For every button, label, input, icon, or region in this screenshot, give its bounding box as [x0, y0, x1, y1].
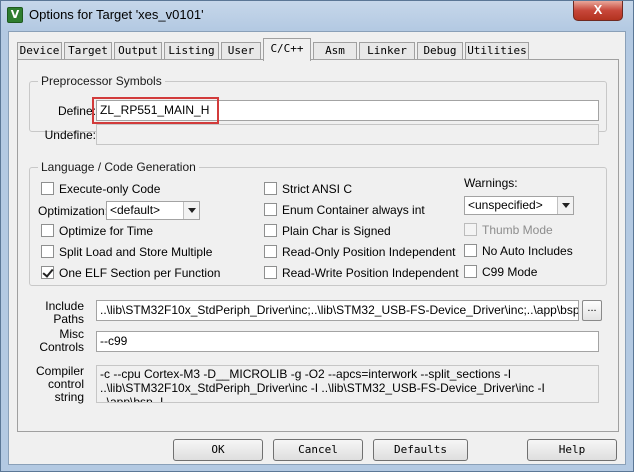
define-label: Define: — [57, 104, 96, 118]
execute-only-code-label: Execute-only Code — [59, 182, 161, 196]
define-highlight-box — [92, 97, 219, 124]
one-elf-section-label: One ELF Section per Function — [59, 266, 221, 280]
plain-char-signed-label: Plain Char is Signed — [282, 224, 391, 238]
tab-linker[interactable]: Linker — [359, 42, 415, 60]
preprocessor-symbols-legend: Preprocessor Symbols — [41, 74, 162, 88]
split-load-store-checkbox[interactable] — [41, 245, 54, 258]
dialog-client-area: Device Target Output Listing User C/C++ … — [8, 31, 626, 465]
execute-only-code-checkbox[interactable] — [41, 182, 54, 195]
ok-button[interactable]: OK — [173, 439, 263, 461]
tab-debug[interactable]: Debug — [417, 42, 463, 60]
warnings-label: Warnings: — [464, 176, 518, 190]
rw-position-independent-label: Read-Write Position Independent — [282, 266, 459, 280]
tab-asm[interactable]: Asm — [313, 42, 357, 60]
enum-container-label: Enum Container always int — [282, 203, 425, 217]
defaults-button[interactable]: Defaults — [373, 439, 468, 461]
include-paths-label-line-2: Paths — [53, 312, 84, 326]
cancel-button[interactable]: Cancel — [273, 439, 363, 461]
misc-controls-input[interactable]: --c99 — [96, 331, 599, 352]
optimize-for-time-checkbox[interactable] — [41, 224, 54, 237]
strict-ansi-c-label: Strict ANSI C — [282, 182, 353, 196]
window-title: Options for Target 'xes_v0101' — [29, 7, 204, 22]
misc-controls-label-line-2: Controls — [39, 340, 84, 354]
close-button[interactable]: X — [573, 1, 623, 21]
undefine-label: Undefine: — [44, 128, 96, 142]
thumb-mode-checkbox[interactable] — [464, 223, 477, 236]
c99-mode-label: C99 Mode — [482, 265, 538, 279]
tab-listing[interactable]: Listing — [164, 42, 219, 60]
chevron-down-icon — [183, 202, 199, 219]
compiler-control-label-line-3: string — [54, 390, 84, 404]
tab-utilities[interactable]: Utilities — [465, 42, 529, 60]
help-button[interactable]: Help — [527, 439, 617, 461]
optimize-for-time-label: Optimize for Time — [59, 224, 154, 238]
tab-c-cpp[interactable]: C/C++ — [263, 38, 311, 61]
ro-position-independent-checkbox[interactable] — [264, 245, 277, 258]
title-bar[interactable]: V Options for Target 'xes_v0101' X — [1, 1, 633, 31]
thumb-mode-label: Thumb Mode — [482, 223, 553, 237]
include-paths-browse-button[interactable]: ... — [582, 300, 602, 321]
plain-char-signed-checkbox[interactable] — [264, 224, 277, 237]
enum-container-checkbox[interactable] — [264, 203, 277, 216]
options-dialog: V Options for Target 'xes_v0101' X Devic… — [0, 0, 634, 472]
one-elf-section-checkbox[interactable] — [41, 266, 54, 279]
include-paths-input[interactable]: ..\lib\STM32F10x_StdPeriph_Driver\inc;..… — [96, 300, 579, 321]
include-paths-label: Include Paths — [28, 300, 84, 326]
no-auto-includes-label: No Auto Includes — [482, 244, 573, 258]
compiler-control-string-label: Compiler control string — [28, 365, 84, 404]
strict-ansi-c-checkbox[interactable] — [264, 182, 277, 195]
tab-target[interactable]: Target — [64, 42, 112, 60]
split-load-store-label: Split Load and Store Multiple — [59, 245, 213, 259]
warnings-select[interactable]: <unspecified> — [464, 196, 574, 215]
tab-output[interactable]: Output — [114, 42, 162, 60]
rw-position-independent-checkbox[interactable] — [264, 266, 277, 279]
optimization-label: Optimization: — [38, 204, 109, 218]
compiler-control-string-textarea[interactable]: -c --cpu Cortex-M3 -D__MICROLIB -g -O2 -… — [96, 365, 599, 403]
c-cpp-tab-panel: Preprocessor Symbols Define: ZL_RP551_MA… — [17, 59, 619, 432]
language-code-generation-legend: Language / Code Generation — [41, 160, 196, 174]
optimization-value: <default> — [110, 203, 161, 217]
tab-user[interactable]: User — [221, 42, 261, 60]
chevron-down-icon — [557, 197, 573, 214]
ro-position-independent-label: Read-Only Position Independent — [282, 245, 456, 259]
c99-mode-checkbox[interactable] — [464, 265, 477, 278]
no-auto-includes-checkbox[interactable] — [464, 244, 477, 257]
misc-controls-label: Misc Controls — [28, 328, 84, 354]
undefine-input[interactable] — [96, 124, 599, 145]
warnings-value: <unspecified> — [468, 198, 543, 212]
keil-uvision-icon: V — [7, 7, 23, 23]
optimization-select[interactable]: <default> — [106, 201, 200, 220]
tab-device[interactable]: Device — [17, 42, 62, 60]
